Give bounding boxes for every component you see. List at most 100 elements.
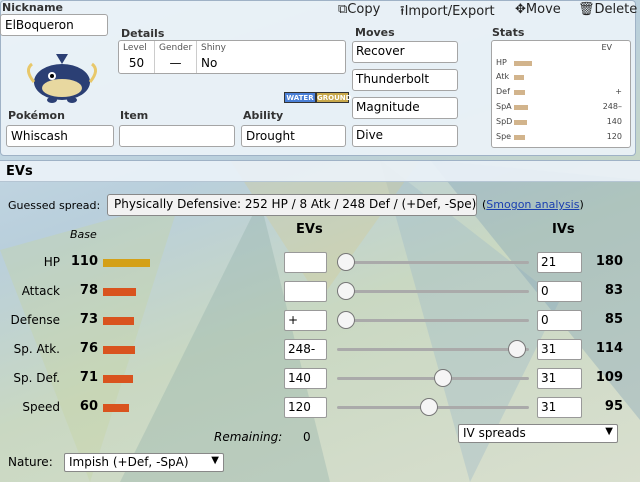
stat-row-name: Sp. Atk. [13,342,60,356]
stat-name: HP [496,58,507,67]
stat-bar [514,120,527,125]
stat-name: SpA [496,102,512,111]
iv-input[interactable]: 31 [537,339,582,360]
copy-label: Copy [347,2,381,17]
move-label: Move [525,2,561,17]
stat-name: Spe [496,132,512,141]
ev-slider-track[interactable] [337,290,529,293]
pokemon-input[interactable]: Whiscash [6,125,114,147]
shiny-value: No [201,56,218,70]
ev-input[interactable] [284,252,327,273]
delete-button[interactable]: 🗑Delete [578,2,637,17]
ev-slider-handle[interactable] [337,282,355,300]
stat-summary-row: HP [492,58,630,69]
stat-summary-row: Def + [492,87,630,98]
smogon-analysis-link[interactable]: Smogon analysis [486,198,579,211]
stat-row-name: Sp. Def. [13,371,60,385]
move-button[interactable]: ✥Move [515,2,561,17]
stat-total: 109 [595,370,623,385]
stat-row-base: 78 [79,283,98,298]
stat-bar [514,90,525,95]
iv-spreads-select[interactable]: IV spreads ▼ [458,424,618,443]
ev-input[interactable]: 248- [284,339,327,360]
iv-input[interactable]: 0 [537,281,582,302]
stat-row-base: 110 [70,254,98,269]
ivs-header: IVs [552,222,575,237]
evs-section-header: EVs [0,160,640,182]
stat-row-base: 76 [79,341,98,356]
stat-base-bar [103,259,150,267]
nickname-input[interactable]: ElBoqueron [0,14,108,36]
stats-ev-header: EV [601,43,612,52]
iv-input[interactable]: 31 [537,368,582,389]
stat-base-bar [103,346,135,354]
iv-input[interactable]: 0 [537,310,582,331]
paren-close: ) [579,198,584,211]
guessed-spread-button[interactable]: Physically Defensive: 252 HP / 8 Atk / 2… [107,194,477,216]
stat-base-bar [103,375,133,383]
move-4-input[interactable]: Dive [352,125,458,147]
ev-slider-track[interactable] [337,348,529,351]
level-value: 50 [128,56,145,70]
ev-slider-handle[interactable] [420,398,438,416]
import-export-button[interactable]: ⭱Import/Export [400,2,495,24]
ability-label: Ability [243,109,284,122]
smogon-analysis-wrapper: (Smogon analysis) [482,198,584,211]
ev-slider-handle[interactable] [337,253,355,271]
evs-header: EVs [296,222,323,237]
delete-label: Delete [594,2,638,17]
copy-button[interactable]: ⧉Copy [338,2,380,17]
stat-total: 85 [604,312,623,327]
ev-input[interactable] [284,281,327,302]
ev-slider-track[interactable] [337,319,529,322]
type-ground-badge: GROUND [316,92,352,103]
stat-ev: 120 [606,132,622,141]
import-export-label: Import/Export [404,4,495,19]
item-input[interactable] [119,125,235,147]
move-3-input[interactable]: Magnitude [352,97,458,119]
ev-input[interactable]: 140 [284,368,327,389]
stats-label: Stats [492,26,525,39]
nature-value: Impish (+Def, -SpA) [69,455,189,469]
stat-bar [514,61,532,66]
stats-summary[interactable]: EV HP Atk Def + SpA 248– SpD 140 Spe 120 [491,40,631,148]
copy-icon: ⧉ [338,2,348,17]
move-1-input[interactable]: Recover [352,41,458,63]
gender-value: — [169,56,182,70]
details-label: Details [121,27,165,40]
nature-select[interactable]: Impish (+Def, -SpA) ▼ [64,453,224,472]
ev-slider-track[interactable] [337,377,529,380]
ability-input[interactable]: Drought [241,125,346,147]
base-header: Base [70,228,97,241]
stat-ev: 248– [602,102,622,111]
stat-row-base: 71 [79,370,98,385]
stat-total: 95 [604,399,623,414]
move-2-input[interactable]: Thunderbolt [352,69,458,91]
ev-input[interactable]: + [284,310,327,331]
stat-name: Def [496,87,510,96]
ev-slider-handle[interactable] [508,340,526,358]
pokemon-label: Pokémon [8,109,65,122]
stat-bar [514,135,525,140]
stat-base-bar [103,404,129,412]
stat-summary-row: Atk [492,72,630,83]
remaining-label: Remaining: [214,430,283,444]
stat-summary-row: SpA 248– [492,102,630,113]
type-water-badge: WATER [284,92,316,103]
item-label: Item [120,109,149,122]
ev-slider-handle[interactable] [337,311,355,329]
stat-summary-row: Spe 120 [492,132,630,143]
stat-ev: + [615,87,622,96]
ev-input[interactable]: 120 [284,397,327,418]
stat-name: Atk [496,72,510,81]
gender-label: Gender [159,43,193,53]
ev-slider-track[interactable] [337,261,529,264]
evs-title: EVs [6,164,33,179]
iv-input[interactable]: 31 [537,397,582,418]
stat-total: 180 [595,254,623,269]
ev-slider-handle[interactable] [434,369,452,387]
stat-row-base: 60 [79,399,98,414]
details-box[interactable]: Level 50 Gender — Shiny No [118,40,346,74]
iv-input[interactable]: 21 [537,252,582,273]
stat-name: SpD [496,117,513,126]
